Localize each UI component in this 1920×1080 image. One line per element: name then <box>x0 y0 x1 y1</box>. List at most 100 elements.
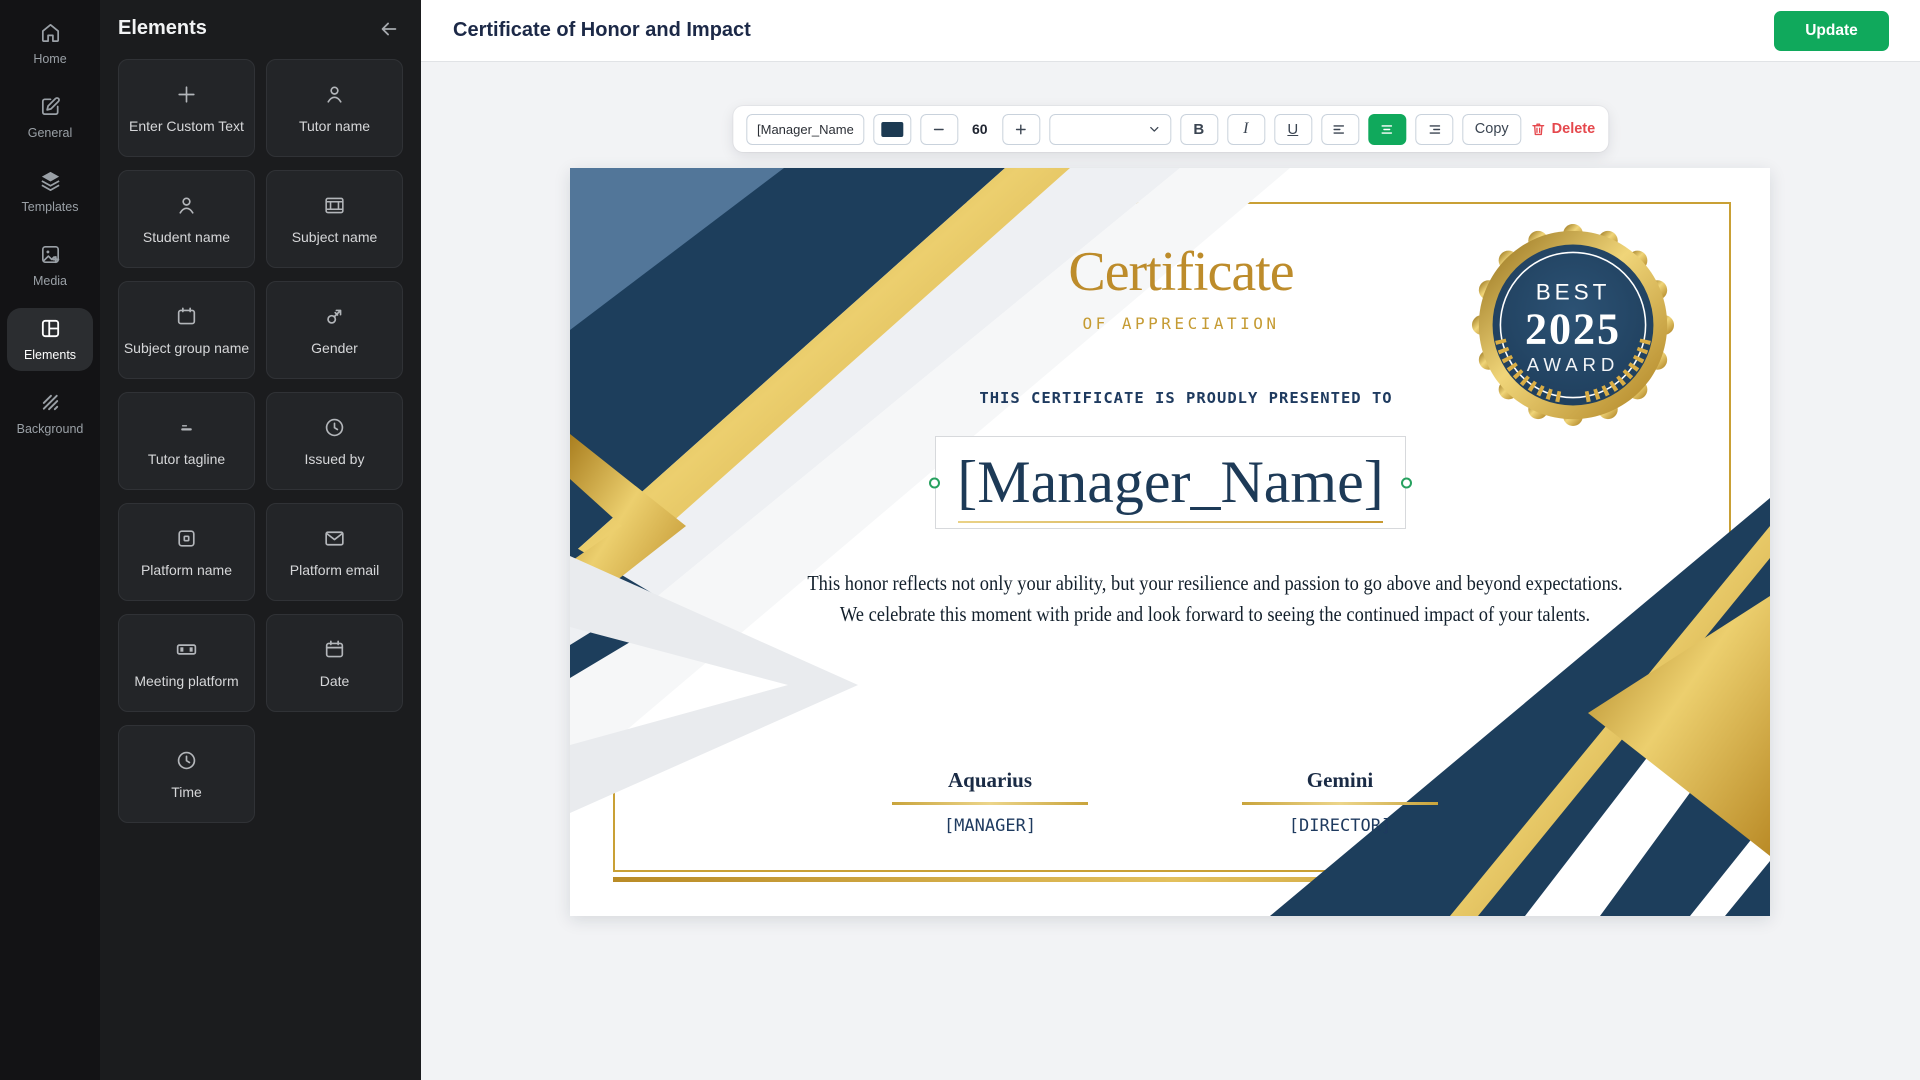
element-card-tutor-tagline[interactable]: Tutor tagline <box>118 392 255 490</box>
editor-canvas: 60 B I U Copy Delete <box>421 61 1920 1080</box>
certificate-subtitle[interactable]: OF APPRECIATION <box>1083 314 1280 333</box>
signature-director[interactable]: Gemini [DIRECTOR] <box>1210 768 1470 836</box>
font-size-decrease-button[interactable] <box>920 114 958 145</box>
text-toolbar: 60 B I U Copy Delete <box>733 106 1608 152</box>
element-card-gender[interactable]: Gender <box>266 281 403 379</box>
best-2025-award-badge: BEST 2025 AWARD <box>1470 222 1676 428</box>
certificate-preview[interactable]: BEST 2025 AWARD Certificate OF APPRECIAT… <box>570 168 1770 916</box>
topbar: Certificate of Honor and Impact Update <box>421 0 1920 61</box>
badge-top-text: BEST <box>1536 279 1611 304</box>
sidebar-item-label: Background <box>17 422 84 436</box>
sidebar-item-label: Media <box>33 274 67 288</box>
element-card-subject-name[interactable]: Subject name <box>266 170 403 268</box>
element-card-platform-email[interactable]: Platform email <box>266 503 403 601</box>
edit-icon <box>39 95 62 118</box>
elements-panel: Elements Enter Custom Text Tutor name St… <box>100 0 421 1080</box>
font-size-value: 60 <box>967 121 993 137</box>
element-card-time[interactable]: Time <box>118 725 255 823</box>
font-size-increase-button[interactable] <box>1002 114 1040 145</box>
sidebar-item-label: Elements <box>24 348 76 362</box>
description-line-2: We celebrate this moment with pride and … <box>807 599 1622 630</box>
element-card-subject-group-name[interactable]: Subject group name <box>118 281 255 379</box>
certificate-title[interactable]: Certificate <box>1068 240 1293 304</box>
presented-line[interactable]: THIS CERTIFICATE IS PROUDLY PRESENTED TO <box>979 389 1392 407</box>
signature-role: [DIRECTOR] <box>1210 816 1470 836</box>
certificate-description[interactable]: This honor reflects not only your abilit… <box>807 568 1622 630</box>
sidebar-item-background[interactable]: Background <box>7 382 93 445</box>
element-card-student-name[interactable]: Student name <box>118 170 255 268</box>
square-in-square-icon <box>174 526 199 551</box>
gender-icon <box>322 304 347 329</box>
card-label: Time <box>171 784 202 800</box>
media-plus-icon <box>39 243 62 266</box>
card-label: Platform email <box>290 562 379 578</box>
selection-handle-left[interactable] <box>929 477 940 488</box>
panorama-icon <box>174 637 199 662</box>
element-card-date[interactable]: Date <box>266 614 403 712</box>
sidebar-item-elements[interactable]: Elements <box>7 308 93 371</box>
recipient-name: [Manager_Name] <box>936 437 1405 528</box>
card-label: Tutor name <box>299 118 370 134</box>
delete-button[interactable]: Delete <box>1531 121 1596 137</box>
align-right-icon <box>1425 121 1442 138</box>
card-label: Subject name <box>292 229 378 245</box>
text-color-button[interactable] <box>873 114 911 145</box>
elements-layout-icon <box>39 317 62 340</box>
plus-icon <box>174 82 199 107</box>
align-center-icon <box>1378 121 1395 138</box>
calendar-icon <box>174 304 199 329</box>
sidebar-item-label: Home <box>33 52 66 66</box>
signature-gold-line <box>1242 802 1438 805</box>
card-label: Meeting platform <box>134 673 238 689</box>
align-left-button[interactable] <box>1321 114 1359 145</box>
recipient-gold-underline <box>958 521 1383 523</box>
clock-icon <box>322 415 347 440</box>
calendar-icon <box>322 637 347 662</box>
align-right-button[interactable] <box>1415 114 1453 145</box>
layers-icon <box>39 169 62 192</box>
panel-title: Elements <box>118 17 207 40</box>
sidebar-item-media[interactable]: Media <box>7 234 93 297</box>
element-card-tutor-name[interactable]: Tutor name <box>266 59 403 157</box>
elements-panel-header: Elements <box>100 0 421 55</box>
sidebar-item-home[interactable]: Home <box>7 12 93 75</box>
signature-name: Gemini <box>1210 768 1470 793</box>
copy-button[interactable]: Copy <box>1462 114 1522 145</box>
selection-handle-right[interactable] <box>1401 477 1412 488</box>
card-label: Tutor tagline <box>148 451 225 467</box>
page-title: Certificate of Honor and Impact <box>453 19 751 42</box>
signature-role: [MANAGER] <box>860 816 1120 836</box>
text-content-input[interactable] <box>746 114 864 145</box>
italic-button[interactable]: I <box>1227 114 1265 145</box>
align-left-icon <box>1331 121 1348 138</box>
align-center-button[interactable] <box>1368 114 1406 145</box>
sidebar-item-general[interactable]: General <box>7 86 93 149</box>
selected-recipient-textbox[interactable]: [Manager_Name] <box>935 436 1406 529</box>
delete-label: Delete <box>1552 121 1596 137</box>
element-card-custom-text[interactable]: Enter Custom Text <box>118 59 255 157</box>
trash-icon <box>1531 121 1547 137</box>
person-icon <box>174 193 199 218</box>
mail-icon <box>322 526 347 551</box>
collapse-panel-arrow-icon[interactable] <box>378 18 400 40</box>
update-button[interactable]: Update <box>1774 11 1889 51</box>
underline-button[interactable]: U <box>1274 114 1312 145</box>
element-card-issued-by[interactable]: Issued by <box>266 392 403 490</box>
element-card-platform-name[interactable]: Platform name <box>118 503 255 601</box>
badge-bottom-text: AWARD <box>1527 354 1619 375</box>
frame-icon <box>322 193 347 218</box>
card-label: Student name <box>143 229 230 245</box>
signature-manager[interactable]: Aquarius [MANAGER] <box>860 768 1120 836</box>
bold-button[interactable]: B <box>1180 114 1218 145</box>
dash-icon <box>174 415 199 440</box>
person-icon <box>322 82 347 107</box>
color-swatch <box>881 122 903 137</box>
card-label: Platform name <box>141 562 232 578</box>
card-label: Issued by <box>305 451 365 467</box>
font-family-select[interactable] <box>1049 114 1171 145</box>
signature-gold-line <box>892 802 1088 805</box>
element-card-meeting-platform[interactable]: Meeting platform <box>118 614 255 712</box>
card-label: Date <box>320 673 350 689</box>
signature-name: Aquarius <box>860 768 1120 793</box>
sidebar-item-templates[interactable]: Templates <box>7 160 93 223</box>
